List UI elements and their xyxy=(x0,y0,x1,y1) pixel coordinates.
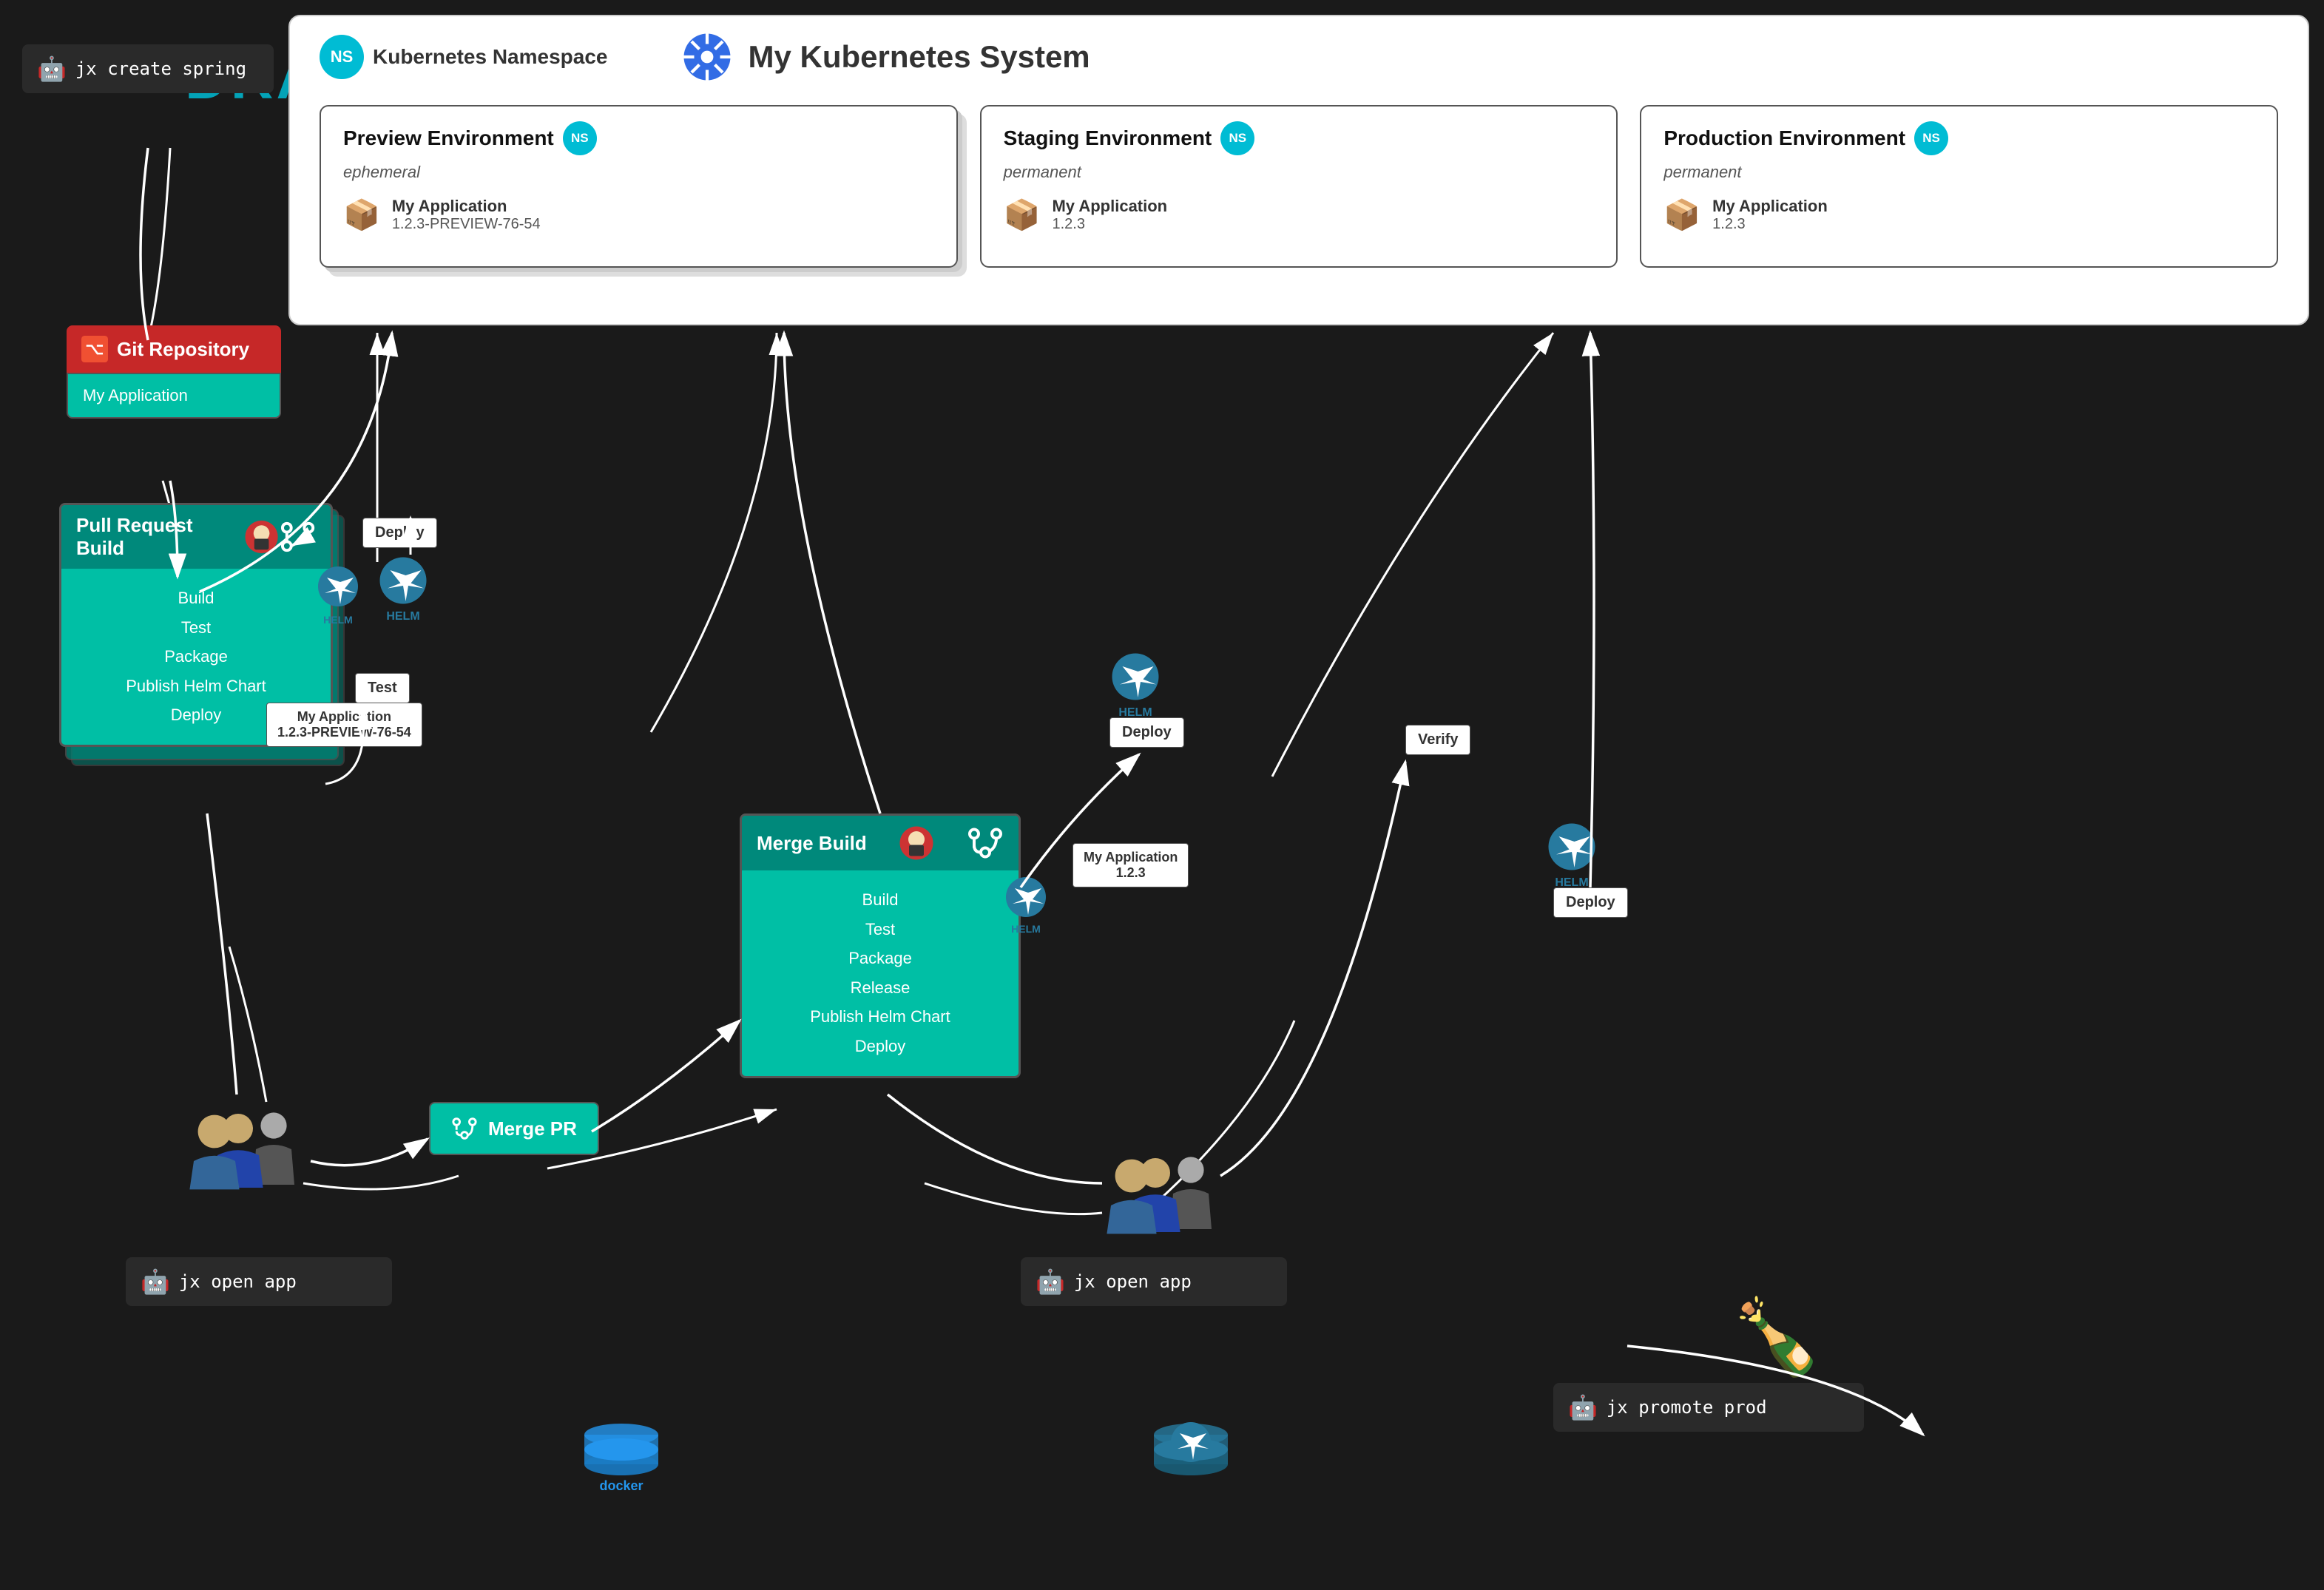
k8s-title: My Kubernetes System xyxy=(681,31,1090,83)
terminal-icon-2: 🤖 xyxy=(141,1268,170,1296)
git-repo-title: Git Repository xyxy=(117,338,249,361)
merge-step-package: Package xyxy=(764,944,996,973)
staging-app-icon: 📦 xyxy=(1004,197,1041,232)
pr-build-header: Pull Request Build xyxy=(61,505,331,569)
preview-env-card: Preview Environment NS ephemeral 📦 My Ap… xyxy=(320,105,958,268)
verify-label: Verify xyxy=(1405,725,1470,755)
git-repo-app: My Application xyxy=(83,386,188,405)
preview-ns-badge: NS xyxy=(563,121,597,155)
open-app-cmd-1: 🤖 jx open app xyxy=(126,1257,392,1306)
promote-prod-text: jx promote prod xyxy=(1607,1397,1767,1418)
terminal-icon: 🤖 xyxy=(37,55,67,83)
users-group-2 xyxy=(1102,1146,1220,1239)
pr-icon xyxy=(280,518,316,555)
helm-production: HELM xyxy=(1546,821,1598,890)
deploy-label-2: Deploy xyxy=(1109,717,1184,748)
merge-step-deploy: Deploy xyxy=(764,1032,996,1061)
kubernetes-area: NS Kubernetes Namespace My Kubernetes Sy… xyxy=(288,15,2309,325)
preview-env-title: Preview Environment xyxy=(343,126,554,150)
staging-ns-badge: NS xyxy=(1220,121,1254,155)
deploy-1-text: Deploy xyxy=(375,524,425,541)
svg-text:⌥: ⌥ xyxy=(86,339,104,358)
merge-build-title: Merge Build xyxy=(757,832,867,855)
open-app-cmd-2: 🤖 jx open app xyxy=(1021,1257,1287,1306)
pr-step-test: Test xyxy=(84,613,308,643)
helm-preview: HELM xyxy=(377,555,429,623)
jenkins-icon-pr xyxy=(243,518,280,555)
preview-app-version: 1.2.3-PREVIEW-76-54 xyxy=(392,216,541,233)
helm-on-merge-card: HELM xyxy=(1004,875,1048,935)
production-app-icon: 📦 xyxy=(1663,197,1700,232)
users-svg-2 xyxy=(1102,1146,1220,1235)
test-label: Test xyxy=(355,673,410,703)
production-app-version: 1.2.3 xyxy=(1712,216,1828,233)
merge-icon xyxy=(967,825,1004,862)
deploy-2-text: Deploy xyxy=(1122,724,1172,740)
production-ns-badge: NS xyxy=(1914,121,1948,155)
production-app-name: My Application xyxy=(1712,197,1828,216)
app-version-staging-label: My Application 1.2.3 xyxy=(1073,843,1189,887)
environments-row: Preview Environment NS ephemeral 📦 My Ap… xyxy=(290,105,2308,268)
pr-step-package: Package xyxy=(84,642,308,671)
users-svg-1 xyxy=(185,1102,303,1191)
jenkins-icon-merge xyxy=(898,825,935,862)
users-group-1 xyxy=(185,1102,303,1194)
merge-step-build: Build xyxy=(764,885,996,915)
git-repository: ⌥ Git Repository My Application xyxy=(67,325,281,419)
ns-namespace-badge: NS Kubernetes Namespace xyxy=(320,35,607,79)
open-app-2-text: jx open app xyxy=(1074,1271,1192,1292)
k8s-system-title: My Kubernetes System xyxy=(748,39,1090,75)
helm-staging: HELM xyxy=(1109,651,1161,720)
namespace-label: Kubernetes Namespace xyxy=(373,45,607,69)
staging-app-name: My Application xyxy=(1052,197,1167,216)
svg-text:docker: docker xyxy=(599,1478,643,1493)
merge-pr-icon xyxy=(451,1115,478,1142)
terminal-icon-3: 🤖 xyxy=(1036,1268,1065,1296)
create-spring-cmd: 🤖 jx create spring xyxy=(22,44,274,93)
merge-pr-text: Merge PR xyxy=(488,1117,577,1140)
staging-env-type: permanent xyxy=(1004,163,1595,182)
merge-build-body: Build Test Package Release Publish Helm … xyxy=(742,870,1019,1076)
staging-app-version: 1.2.3 xyxy=(1052,216,1167,233)
production-env-title: Production Environment xyxy=(1663,126,1905,150)
staging-env-title: Staging Environment xyxy=(1004,126,1212,150)
deploy-label-1: Deploy xyxy=(362,518,437,548)
merge-build-card-wrapper: Merge Build Build Test Package Release P… xyxy=(740,813,1021,1078)
merge-step-test: Test xyxy=(764,915,996,944)
test-text: Test xyxy=(368,680,397,696)
app-version-preview-label: My Application 1.2.3-PREVIEW-76-54 xyxy=(266,703,422,747)
deploy-label-3: Deploy xyxy=(1553,887,1628,918)
preview-app-name: My Application xyxy=(392,197,541,216)
create-spring-text: jx create spring xyxy=(75,58,246,79)
k8s-icon xyxy=(681,31,733,83)
helm-registry xyxy=(1146,1420,1235,1498)
git-icon: ⌥ xyxy=(81,336,108,362)
staging-env-card: Staging Environment NS permanent 📦 My Ap… xyxy=(980,105,1618,268)
merge-build-card: Merge Build Build Test Package Release P… xyxy=(740,813,1021,1078)
ns-circle: NS xyxy=(320,35,364,79)
merge-step-publish: Publish Helm Chart xyxy=(764,1002,996,1032)
pr-step-build: Build xyxy=(84,583,308,613)
merge-build-header: Merge Build xyxy=(742,816,1019,870)
docker-registry: docker xyxy=(577,1420,666,1498)
merge-pr-button[interactable]: Merge PR xyxy=(429,1102,599,1155)
promote-prod-cmd: 🤖 jx promote prod xyxy=(1553,1383,1864,1432)
open-app-1-text: jx open app xyxy=(179,1271,297,1292)
production-env-card: Production Environment NS permanent 📦 My… xyxy=(1640,105,2278,268)
terminal-icon-4: 🤖 xyxy=(1568,1393,1598,1421)
celebrate-icon: 🍾 xyxy=(1731,1294,1823,1381)
deploy-3-text: Deploy xyxy=(1566,894,1615,910)
pr-step-publish: Publish Helm Chart xyxy=(84,671,308,701)
preview-app-icon: 📦 xyxy=(343,197,380,232)
merge-step-release: Release xyxy=(764,973,996,1003)
docker-db-icon: docker xyxy=(577,1420,666,1494)
pr-build-title: Pull Request Build xyxy=(76,514,243,560)
verify-text: Verify xyxy=(1418,731,1458,748)
production-env-type: permanent xyxy=(1663,163,2254,182)
helm-on-pr-card: HELM xyxy=(316,564,360,626)
preview-env-type: ephemeral xyxy=(343,163,934,182)
